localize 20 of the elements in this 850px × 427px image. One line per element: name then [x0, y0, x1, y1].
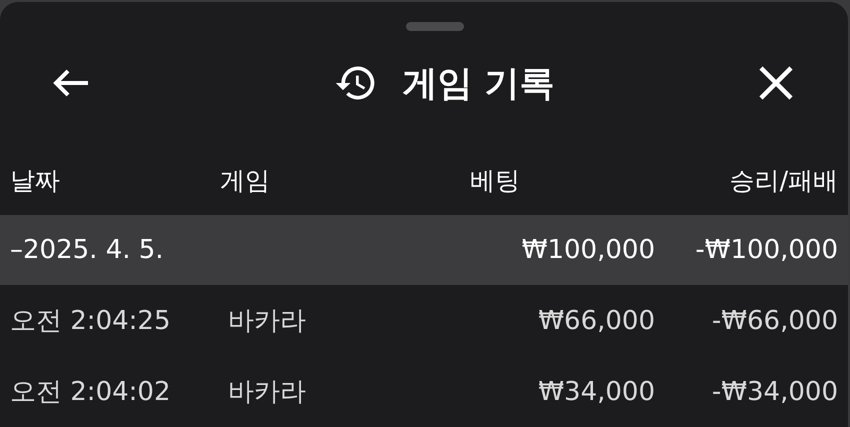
table-cell-text: -₩34,000 [710, 376, 838, 406]
column-header: 베팅 [469, 164, 521, 196]
table-cell-text: -₩66,000 [710, 306, 838, 336]
sheet-title: 게임 기록 [402, 62, 555, 106]
table-cell-text: ₩34,000 [537, 376, 655, 406]
drag-handle[interactable] [406, 22, 464, 31]
table-cell-text: 바카라 [227, 305, 307, 338]
table-cell-text: 오전 2:04:25 [9, 305, 172, 338]
group-date: –2025. 4. 5. [9, 235, 165, 265]
column-header: 게임 [219, 164, 271, 196]
group-row[interactable]: –2025. 4. 5. ₩100,000 -₩100,000 [0, 215, 848, 285]
back-arrow-icon [51, 68, 91, 98]
result-total: -₩100,000 [694, 235, 838, 265]
close-icon [758, 65, 794, 101]
bet-total: ₩100,000 [520, 235, 655, 265]
column-header: 날짜 [9, 164, 61, 196]
table-cell-text: ₩66,000 [537, 306, 655, 336]
column-header: 승리/패배 [728, 164, 838, 196]
table-cell-text: 오전 2:04:02 [9, 376, 172, 409]
table-cell-text: 바카라 [227, 376, 307, 409]
